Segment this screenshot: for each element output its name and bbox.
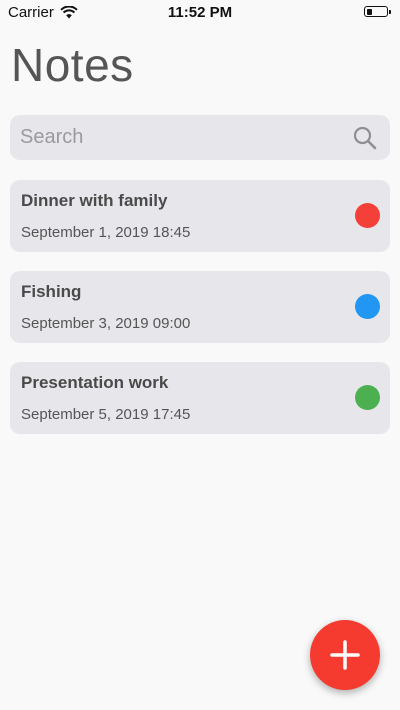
note-item[interactable]: Dinner with family September 1, 2019 18:…	[10, 180, 390, 252]
note-color-indicator	[355, 385, 380, 410]
add-note-button[interactable]	[310, 620, 380, 690]
note-color-indicator	[355, 294, 380, 319]
note-date: September 5, 2019 17:45	[21, 406, 191, 423]
note-color-indicator	[355, 203, 380, 228]
note-title: Presentation work	[21, 373, 169, 392]
note-title: Dinner with family	[21, 191, 168, 210]
status-bar: Carrier 11:52 PM	[0, 0, 400, 26]
notes-screen: Carrier 11:52 PM Notes Dinner with famil…	[0, 0, 400, 710]
note-item[interactable]: Presentation work September 5, 2019 17:4…	[10, 362, 390, 434]
note-date: September 3, 2019 09:00	[21, 315, 191, 332]
search-input[interactable]	[20, 115, 340, 160]
search-bar[interactable]	[10, 115, 390, 160]
page-title: Notes	[11, 39, 134, 91]
note-title: Fishing	[21, 282, 82, 301]
note-date: September 1, 2019 18:45	[21, 224, 191, 241]
search-icon[interactable]	[352, 125, 378, 151]
plus-icon	[330, 640, 360, 670]
battery-icon	[364, 6, 391, 17]
note-item[interactable]: Fishing September 3, 2019 09:00	[10, 271, 390, 343]
status-time: 11:52 PM	[167, 4, 233, 21]
